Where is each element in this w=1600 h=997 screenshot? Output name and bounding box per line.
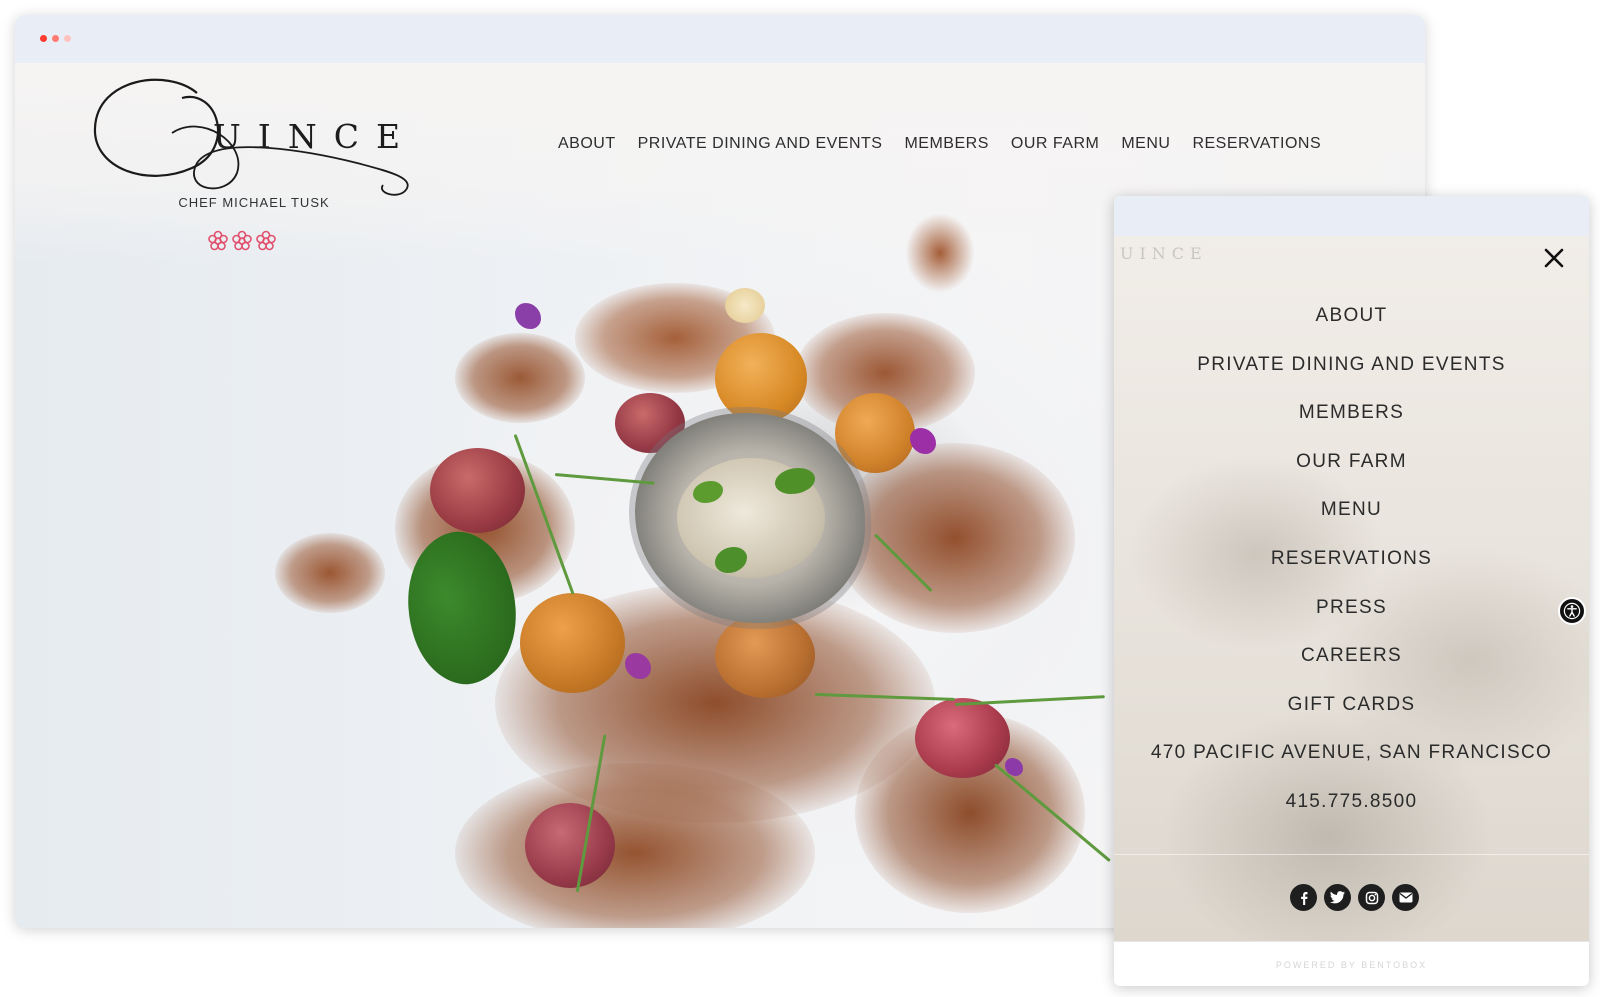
mobile-menu-gift-cards[interactable]: GIFT CARDS: [1288, 693, 1416, 742]
email-icon[interactable]: [1392, 884, 1419, 911]
mobile-menu-reservations[interactable]: RESERVATIONS: [1271, 547, 1432, 596]
mobile-menu-window: UINCE ABOUT PRIVATE DINING AND EVENTS ME…: [1114, 196, 1589, 986]
window-close-dot[interactable]: [40, 35, 47, 42]
nav-menu[interactable]: MENU: [1121, 135, 1170, 153]
close-icon[interactable]: [1542, 246, 1566, 270]
quince-logo[interactable]: UINCE CHEF MICHAEL TUSK: [87, 73, 417, 213]
menu-divider: [1114, 854, 1589, 855]
mobile-browser-toolbar: [1114, 196, 1589, 236]
nav-reservations[interactable]: RESERVATIONS: [1192, 135, 1321, 153]
browser-toolbar: [15, 15, 1425, 63]
logo-wordmark: UINCE: [213, 117, 418, 156]
nav-private-dining[interactable]: PRIVATE DINING AND EVENTS: [638, 135, 883, 153]
mobile-logo-faded: UINCE: [1120, 244, 1208, 263]
mobile-menu-members[interactable]: MEMBERS: [1299, 401, 1404, 450]
mobile-footer: POWERED BY BENTOBOX: [1114, 941, 1589, 986]
window-minimize-dot[interactable]: [52, 35, 59, 42]
mobile-menu-private-dining[interactable]: PRIVATE DINING AND EVENTS: [1197, 353, 1505, 402]
mobile-menu-careers[interactable]: CAREERS: [1301, 644, 1402, 693]
nav-about[interactable]: ABOUT: [558, 135, 616, 153]
mobile-menu-about[interactable]: ABOUT: [1316, 304, 1388, 353]
main-nav: ABOUT PRIVATE DINING AND EVENTS MEMBERS …: [558, 135, 1321, 153]
nav-members[interactable]: MEMBERS: [904, 135, 988, 153]
mobile-menu-phone[interactable]: 415.775.8500: [1286, 790, 1418, 839]
michelin-stars-icon: [208, 230, 276, 251]
mobile-menu-address[interactable]: 470 PACIFIC AVENUE, SAN FRANCISCO: [1151, 741, 1552, 790]
twitter-icon[interactable]: [1324, 884, 1351, 911]
chef-name: CHEF MICHAEL TUSK: [178, 195, 330, 210]
instagram-icon[interactable]: [1358, 884, 1385, 911]
mobile-menu-list: ABOUT PRIVATE DINING AND EVENTS MEMBERS …: [1114, 304, 1589, 839]
mobile-menu-press[interactable]: PRESS: [1316, 596, 1387, 645]
accessibility-icon[interactable]: [1558, 597, 1586, 625]
mobile-menu-our-farm[interactable]: OUR FARM: [1296, 450, 1407, 499]
nav-our-farm[interactable]: OUR FARM: [1011, 135, 1099, 153]
mobile-menu-menu[interactable]: MENU: [1321, 498, 1382, 547]
social-links: [1290, 884, 1419, 911]
powered-by-text[interactable]: POWERED BY BENTOBOX: [1114, 960, 1589, 970]
window-zoom-dot[interactable]: [64, 35, 71, 42]
facebook-icon[interactable]: [1290, 884, 1317, 911]
